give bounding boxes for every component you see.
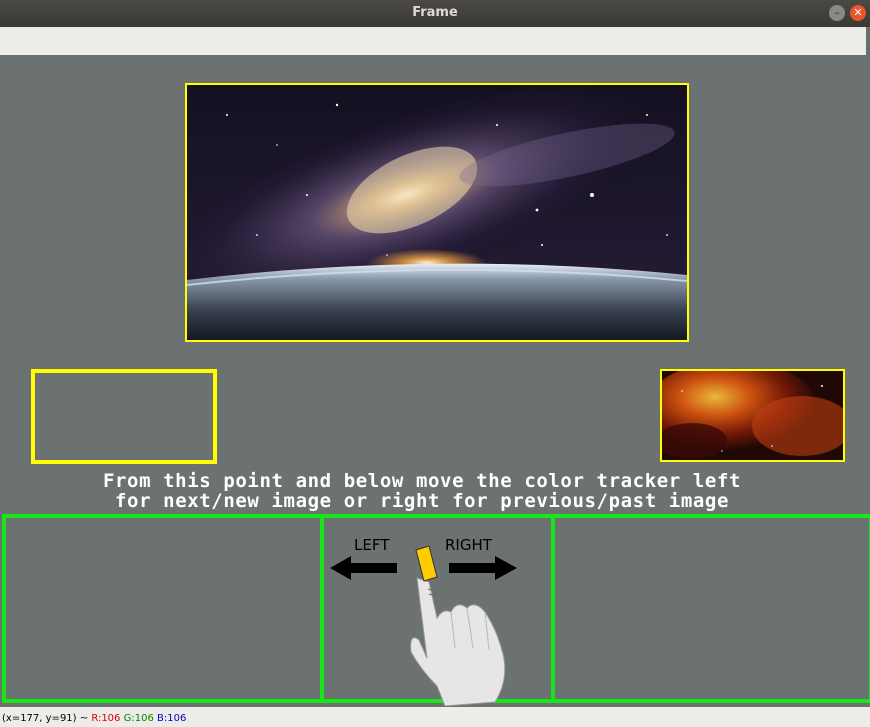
close-icon[interactable]: ✕ [850, 5, 866, 21]
window-titlebar: Frame – ✕ [0, 0, 870, 27]
arrow-right-icon [449, 556, 517, 580]
cursor-coords: (x=177, y=91) ~ [2, 713, 89, 724]
minimize-icon[interactable]: – [829, 5, 845, 21]
instruction-line-2: for next/new image or right for previous… [115, 490, 729, 512]
nebula-image [662, 371, 843, 460]
next-image-thumbnail [660, 369, 845, 462]
pixel-blue-value: B:106 [157, 713, 187, 724]
left-label: LEFT [354, 536, 390, 554]
current-image [185, 83, 689, 342]
previous-image-slot [31, 369, 217, 464]
window-title: Frame [412, 5, 458, 20]
right-tracking-zone [551, 514, 870, 703]
pixel-green-value: G:106 [123, 713, 154, 724]
toolbar [0, 27, 866, 56]
arrow-left-icon [330, 556, 397, 580]
instruction-line-1: From this point and below move the color… [102, 470, 742, 492]
right-label: RIGHT [445, 536, 492, 554]
status-bar: (x=177, y=91) ~ R:106 G:106 B:106 [0, 707, 870, 727]
galaxy-earth-image [187, 85, 687, 340]
left-tracking-zone [2, 514, 324, 703]
pixel-red-value: R:106 [91, 713, 121, 724]
